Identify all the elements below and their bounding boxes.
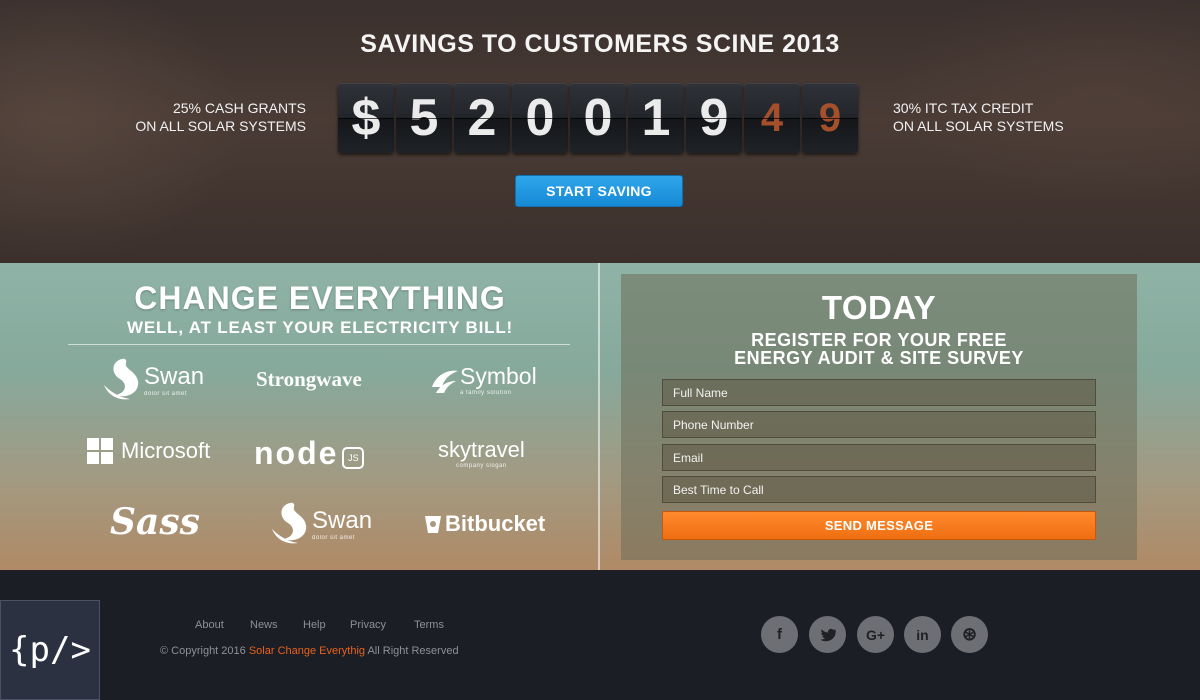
site-logo[interactable]: {p/> (0, 600, 100, 700)
logo-sass-name: Sass (110, 501, 200, 543)
hero-section: SAVINGS TO CUSTOMERS SCINE 2013 25% CASH… (0, 0, 1200, 263)
google-plus-icon[interactable]: G+ (857, 616, 894, 653)
start-saving-button[interactable]: START SAVING (515, 175, 683, 207)
logo-skytravel-tagline: company slogan (456, 463, 507, 469)
full-name-field[interactable] (662, 379, 1096, 406)
logo-strongwave-name: Strongwave (256, 367, 362, 391)
best-time-field[interactable] (662, 476, 1096, 503)
footer-link-privacy[interactable]: Privacy (350, 619, 386, 631)
logo-bitbucket-name: Bitbucket (445, 511, 546, 536)
swan-icon (104, 358, 139, 400)
symbol-icon (432, 370, 458, 393)
change-everything-heading: CHANGE EVERYTHING (134, 280, 506, 316)
cash-grants-text: 25% CASH GRANTS ON ALL SOLAR SYSTEMS (100, 99, 306, 135)
linkedin-icon[interactable]: in (904, 616, 941, 653)
clients-panel: CHANGE EVERYTHING WELL, AT LEAST YOUR EL… (0, 263, 598, 570)
counter-digit: 9 (686, 83, 742, 153)
footer-link-terms[interactable]: Terms (414, 619, 444, 631)
logo-symbol-name: Symbol (460, 363, 537, 389)
itc-credit-line2: ON ALL SOLAR SYSTEMS (893, 118, 1064, 134)
logo-swan-tagline: dolor sit amet (144, 391, 188, 397)
divider-line (68, 344, 570, 345)
logo-skytravel: skytravel company slogan (438, 437, 525, 469)
logo-swan-name: Swan (144, 363, 205, 390)
middle-section: CHANGE EVERYTHING WELL, AT LEAST YOUR EL… (0, 263, 1200, 570)
counter-digit: 0 (512, 83, 568, 153)
logo-symbol-tagline: a family solution (460, 390, 512, 396)
logo-swan: Swan dolor sit amet (100, 355, 204, 405)
dribbble-icon[interactable]: ⊛ (951, 616, 988, 653)
cash-grants-line1: 25% CASH GRANTS (172, 100, 306, 116)
hexagon-icon: JS (342, 446, 365, 469)
audit-form-panel: TODAY REGISTER FOR YOUR FREE ENERGY AUDI… (621, 274, 1137, 560)
copyright-text: © Copyright 2016 Solar Change Everythig … (160, 645, 459, 657)
facebook-icon[interactable]: f (761, 616, 798, 653)
counter-digit: 1 (628, 83, 684, 153)
counter-digit: 5 (396, 83, 452, 153)
register-line2: ENERGY AUDIT & SITE SURVEY (734, 348, 1024, 368)
footer-link-news[interactable]: News (250, 619, 278, 631)
itc-credit-text: 30% ITC TAX CREDIT ON ALL SOLAR SYSTEMS (893, 99, 1153, 135)
twitter-icon[interactable] (809, 616, 846, 653)
counter-cent-digit: 4 (744, 83, 800, 153)
logo-swan-2: Swan dolor sit amet (268, 499, 372, 549)
copyright-brand-link[interactable]: Solar Change Everythig (249, 645, 365, 657)
logo-skytravel-name: skytravel (438, 437, 525, 462)
logo-node: node JS (254, 435, 365, 472)
savings-counter: $ 5 2 0 0 1 9 4 9 (338, 83, 860, 155)
logo-strongwave: Strongwave (256, 367, 362, 392)
footer-link-about[interactable]: About (195, 619, 224, 631)
logo-microsoft-name: Microsoft (121, 438, 211, 463)
logo-bitbucket: Bitbucket (424, 511, 545, 537)
copyright-suffix: All Right Reserved (367, 645, 459, 657)
register-heading: REGISTER FOR YOUR FREE ENERGY AUDIT & SI… (621, 331, 1137, 367)
swan-icon (272, 502, 307, 544)
logo-sass: Sass (110, 501, 200, 543)
hero-title: SAVINGS TO CUSTOMERS SCINE 2013 (360, 30, 840, 58)
logo-swan-2-name: Swan (312, 507, 373, 534)
itc-credit-line1: 30% ITC TAX CREDIT (893, 100, 1034, 116)
windows-icon (87, 438, 113, 464)
register-line1: REGISTER FOR YOUR FREE (751, 330, 1007, 350)
cash-grants-line2: ON ALL SOLAR SYSTEMS (135, 118, 306, 134)
footer: {p/> About News Help Privacy Terms © Cop… (0, 570, 1200, 700)
footer-link-help[interactable]: Help (303, 619, 326, 631)
change-everything-subheading: WELL, AT LEAST YOUR ELECTRICITY BILL! (127, 318, 513, 337)
email-field[interactable] (662, 444, 1096, 471)
bucket-icon (425, 516, 441, 533)
counter-digit: 2 (454, 83, 510, 153)
section-divider (598, 263, 600, 570)
logo-node-name: node (254, 435, 339, 471)
logo-symbol: Symbol a family solution (430, 363, 537, 396)
counter-digit: 0 (570, 83, 626, 153)
copyright-prefix: © Copyright 2016 (160, 645, 246, 657)
logo-swan-2-tagline: dolor sit amet (312, 535, 356, 541)
today-heading: TODAY (821, 289, 937, 326)
send-message-button[interactable]: SEND MESSAGE (662, 511, 1096, 540)
counter-digit: $ (338, 83, 394, 153)
counter-cent-digit: 9 (802, 83, 858, 153)
phone-number-field[interactable] (662, 411, 1096, 438)
logo-microsoft: Microsoft (87, 438, 210, 464)
